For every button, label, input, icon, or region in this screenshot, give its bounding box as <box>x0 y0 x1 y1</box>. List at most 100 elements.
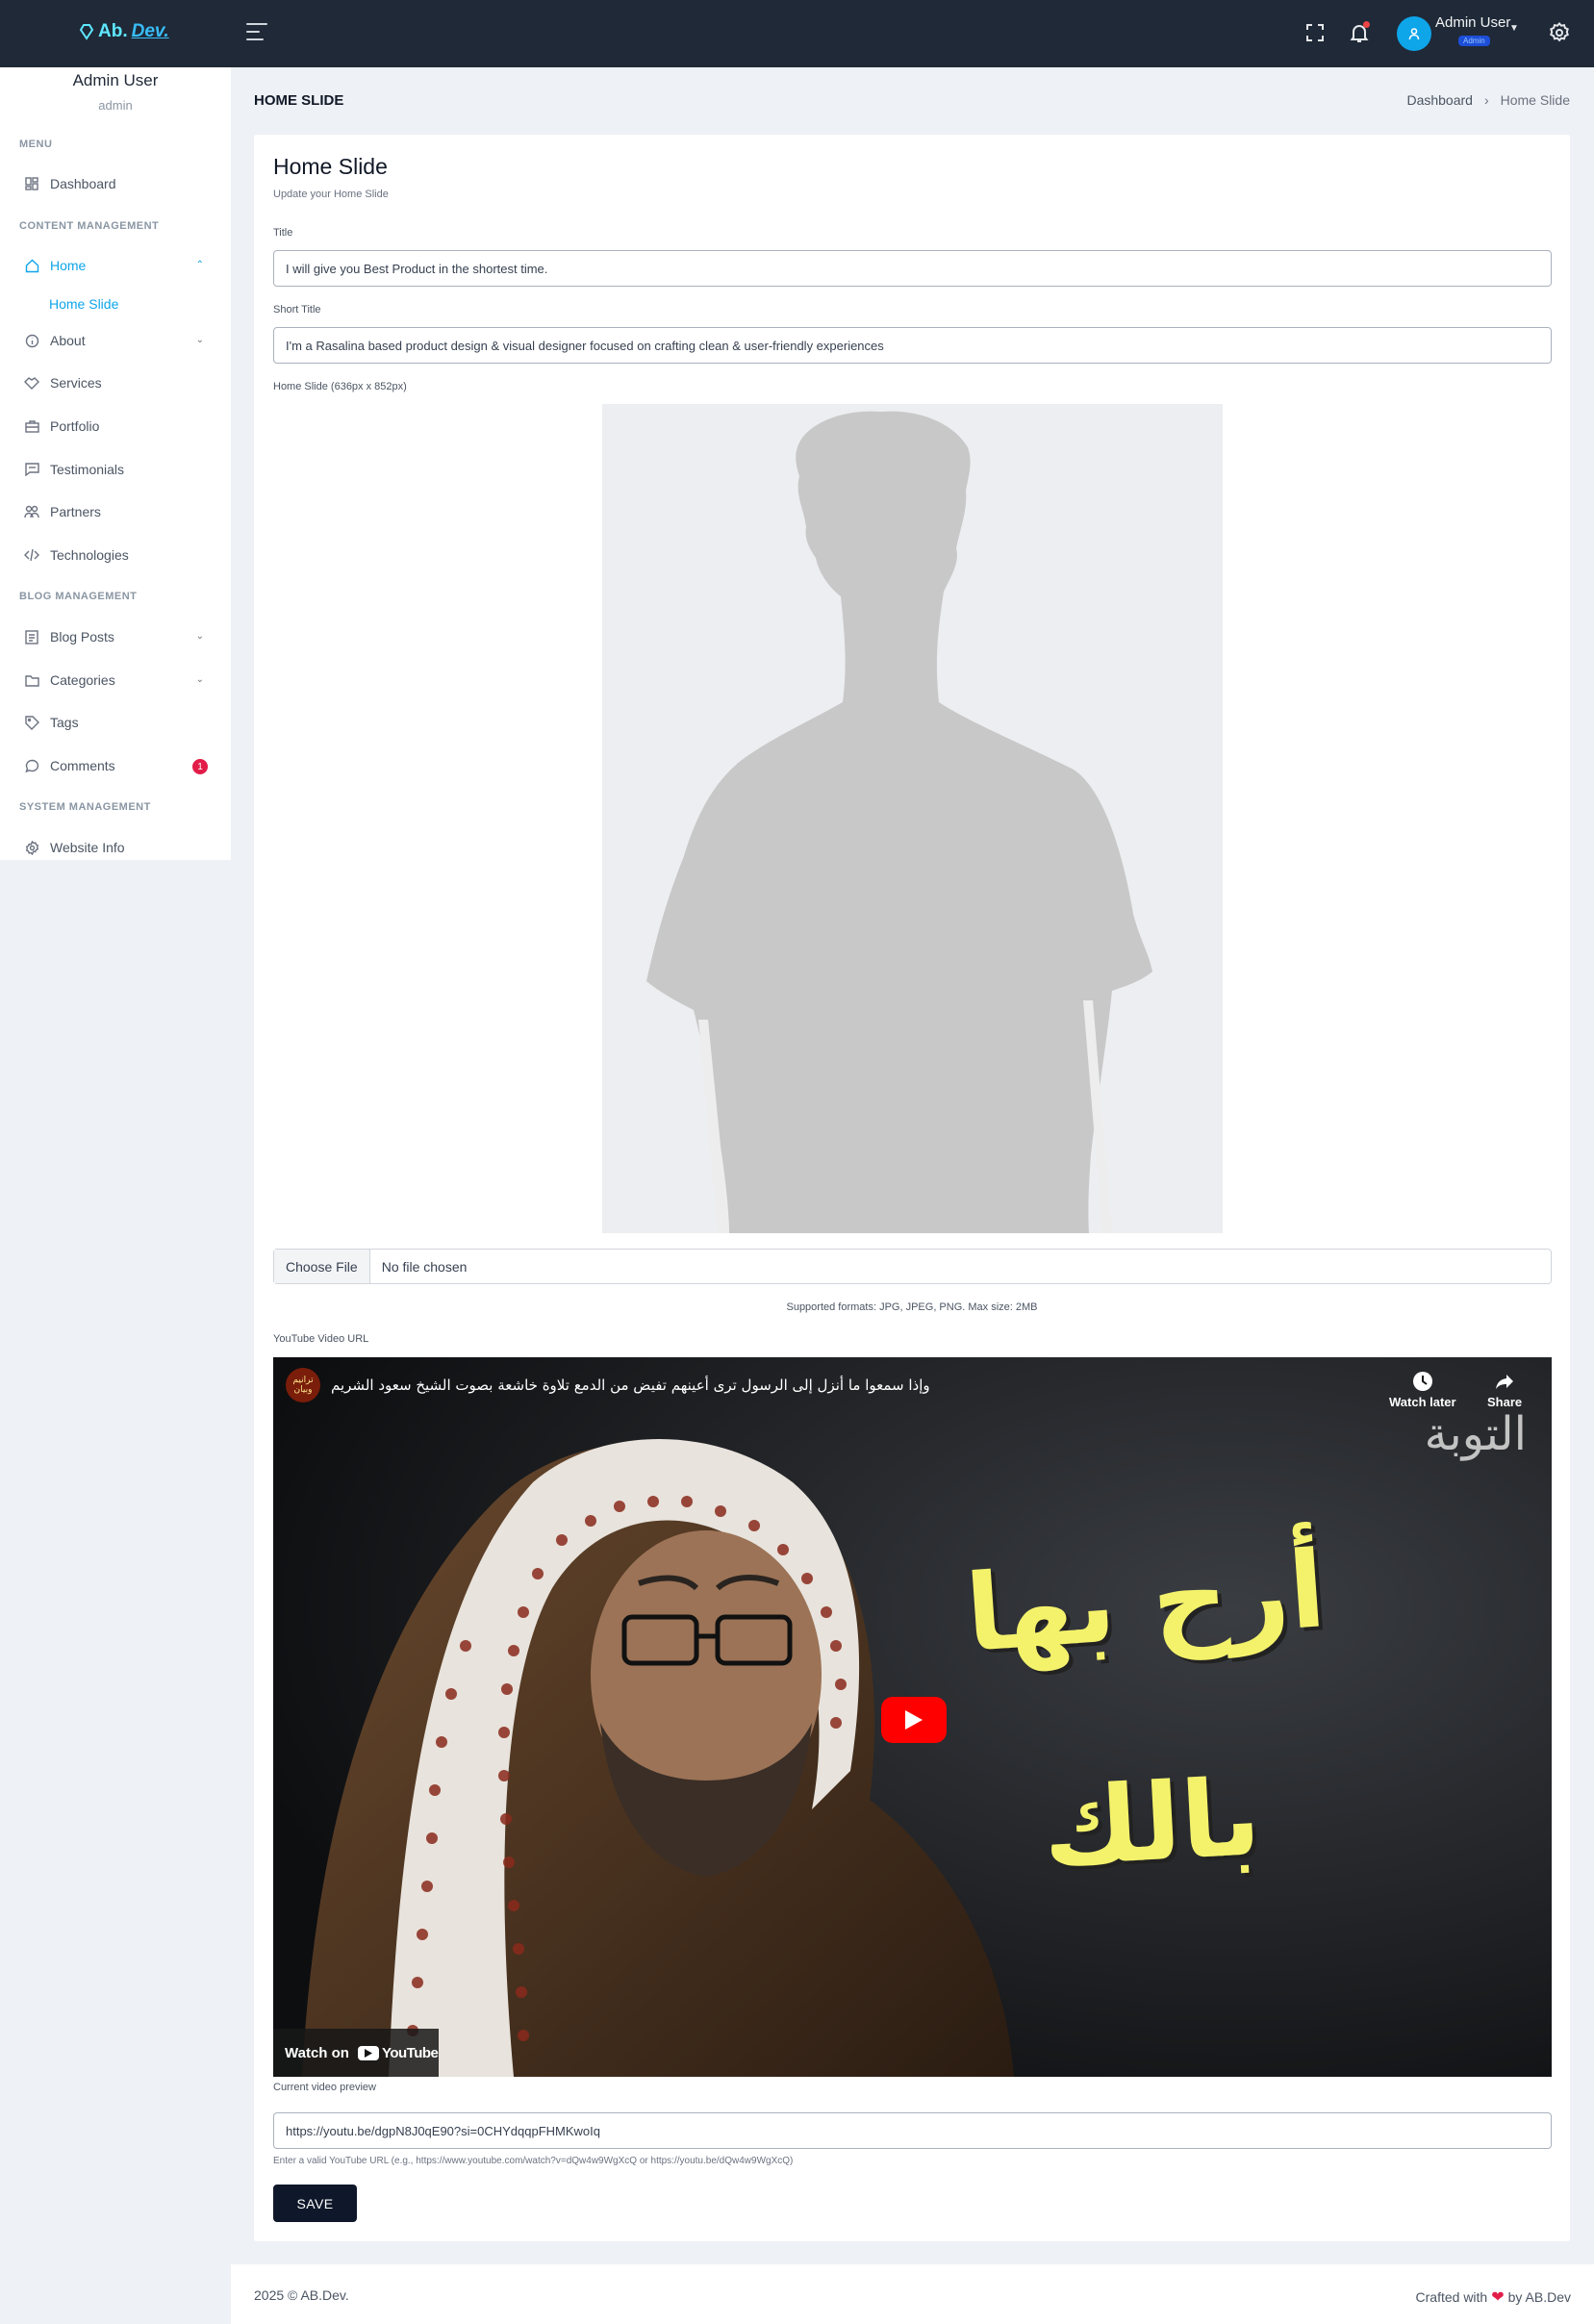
sidebar-user-name: Admin User <box>72 71 159 89</box>
play-button[interactable] <box>881 1697 947 1743</box>
sidebar-item-label: Website Info <box>50 840 125 855</box>
sidebar-item-label: Home <box>50 258 87 273</box>
settings-gear-icon[interactable] <box>1548 21 1571 44</box>
chevron-down-icon: ⌄ <box>195 335 204 345</box>
notification-dot <box>1363 21 1370 28</box>
short-title-label: Short Title <box>273 304 321 316</box>
sidebar-item-tags[interactable]: Tags <box>0 708 231 737</box>
sidebar-item-testimonials[interactable]: Testimonials <box>0 455 231 484</box>
choose-file-button[interactable]: Choose File <box>274 1250 370 1283</box>
sidebar-section-blog: BLOG MANAGEMENT <box>19 591 138 602</box>
sidebar-item-label: Comments <box>50 758 115 773</box>
tag-icon <box>24 715 39 730</box>
comments-count-badge: 1 <box>192 759 208 774</box>
document-icon <box>24 629 39 644</box>
share-button[interactable]: Share <box>1487 1371 1522 1409</box>
avatar[interactable] <box>1397 16 1431 51</box>
sidebar-item-blog-posts[interactable]: Blog Posts ⌄ <box>0 622 231 651</box>
chevron-down-icon: ⌄ <box>195 674 204 685</box>
sidebar-item-label: Partners <box>50 504 101 519</box>
sidebar-item-about[interactable]: About ⌄ <box>0 326 231 355</box>
sidebar-item-label: Portfolio <box>50 418 100 434</box>
clock-icon <box>1412 1372 1432 1391</box>
user-icon <box>1408 28 1420 40</box>
fullscreen-icon[interactable] <box>1303 21 1327 44</box>
home-slide-preview-image <box>602 404 1223 1233</box>
settings-icon <box>24 840 39 855</box>
channel-avatar[interactable]: ترانيم وبيان <box>286 1368 320 1402</box>
sidebar-item-label: Dashboard <box>50 176 116 191</box>
share-arrow-icon <box>1496 1375 1514 1389</box>
user-role-badge: Admin <box>1458 36 1490 46</box>
short-title-input[interactable] <box>273 327 1552 364</box>
logo-icon <box>79 24 94 40</box>
play-icon <box>905 1710 923 1730</box>
notification-bell-icon[interactable] <box>1348 21 1371 44</box>
footer-crafted-text: Crafted with <box>1415 2289 1488 2305</box>
topbar: Ab. Dev. Admin User Admin ▼ <box>0 0 1594 67</box>
sidebar-item-label: Categories <box>50 672 115 688</box>
sidebar-item-dashboard[interactable]: Dashboard <box>0 169 231 198</box>
comment-icon <box>24 758 39 773</box>
channel-watermark: التوبة <box>1424 1407 1527 1461</box>
breadcrumb-current: Home Slide <box>1500 92 1570 108</box>
sidebar-item-label: Services <box>50 375 102 391</box>
sidebar-item-label: Technologies <box>50 547 129 563</box>
footer-by-link[interactable]: by AB.Dev <box>1508 2289 1571 2305</box>
chat-icon <box>24 462 39 477</box>
breadcrumb-separator-icon: › <box>1483 92 1489 108</box>
sidebar-section-menu: MENU <box>19 139 53 150</box>
video-preview-caption: Current video preview <box>273 2082 376 2093</box>
card-title: Home Slide <box>273 154 388 179</box>
watch-on-youtube-button[interactable]: Watch on YouTube <box>273 2029 439 2077</box>
video-title[interactable]: وإذا سمعوا ما أنزل إلى الرسول ترى أعينهم… <box>331 1377 930 1394</box>
watch-later-button[interactable]: Watch later <box>1389 1371 1456 1409</box>
home-icon <box>24 258 39 273</box>
home-slide-image-label: Home Slide (636px x 852px) <box>273 381 407 392</box>
file-name-text: No file chosen <box>381 1258 468 1275</box>
watch-on-label: Watch on <box>285 2044 349 2061</box>
users-icon <box>24 504 39 519</box>
chevron-up-icon: ⌃ <box>195 260 204 270</box>
youtube-url-input[interactable] <box>273 2112 1552 2149</box>
title-input[interactable] <box>273 250 1552 287</box>
breadcrumb-dashboard-link[interactable]: Dashboard <box>1406 92 1473 108</box>
sidebar-item-technologies[interactable]: Technologies <box>0 541 231 569</box>
sidebar-section-content: CONTENT MANAGEMENT <box>19 220 160 232</box>
sidebar-item-website-info[interactable]: Website Info <box>0 833 231 862</box>
menu-toggle-icon[interactable] <box>246 23 267 42</box>
chevron-down-icon: ⌄ <box>195 631 204 642</box>
save-button[interactable]: SAVE <box>273 2185 357 2222</box>
overlay-text-line-2: بالك <box>1039 1756 1264 1890</box>
sidebar-subitem-home-slide[interactable]: Home Slide <box>49 296 118 312</box>
sidebar-user-role: admin <box>98 98 133 113</box>
card-subtitle: Update your Home Slide <box>273 189 389 200</box>
supported-formats-text: Supported formats: JPG, JPEG, PNG. Max s… <box>786 1301 1038 1313</box>
title-label: Title <box>273 227 293 239</box>
sidebar: Admin User admin MENU Dashboard CONTENT … <box>0 67 231 860</box>
youtube-video-embed[interactable]: ترانيم وبيان وإذا سمعوا ما أنزل إلى الرس… <box>273 1357 1552 2077</box>
code-icon <box>24 547 39 563</box>
logo[interactable]: Ab. Dev. <box>79 21 169 42</box>
youtube-url-help: Enter a valid YouTube URL (e.g., https:/… <box>273 2156 794 2166</box>
sidebar-item-label: Tags <box>50 715 79 730</box>
footer-credit: Crafted with ❤ by AB.Dev <box>1416 2287 1571 2307</box>
chevron-down-icon[interactable]: ▼ <box>1509 23 1519 34</box>
sidebar-item-comments[interactable]: Comments 1 <box>0 751 231 780</box>
overlay-text-line-1: أرح بها <box>961 1528 1329 1676</box>
sidebar-item-services[interactable]: Services <box>0 368 231 397</box>
sidebar-item-home[interactable]: Home ⌃ <box>0 251 231 280</box>
sidebar-item-categories[interactable]: Categories ⌄ <box>0 666 231 695</box>
user-menu[interactable]: Admin User Admin <box>1435 14 1510 48</box>
sidebar-item-label: Blog Posts <box>50 629 114 644</box>
youtube-play-icon <box>357 2045 379 2060</box>
youtube-wordmark: YouTube <box>381 2044 439 2061</box>
sidebar-item-partners[interactable]: Partners <box>0 497 231 526</box>
breadcrumb: Dashboard › Home Slide <box>1406 92 1570 108</box>
person-silhouette-icon <box>646 411 1152 1233</box>
footer-copyright: 2025 © AB.Dev. <box>254 2287 349 2303</box>
info-icon <box>24 333 39 348</box>
file-upload-field[interactable]: Choose File No file chosen <box>273 1249 1552 1284</box>
sidebar-item-label: Testimonials <box>50 462 125 477</box>
sidebar-item-portfolio[interactable]: Portfolio <box>0 412 231 441</box>
